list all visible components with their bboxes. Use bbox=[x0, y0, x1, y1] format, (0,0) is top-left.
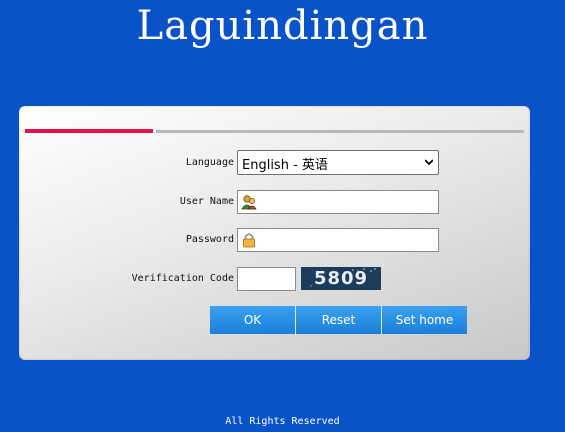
language-label: Language bbox=[185, 157, 234, 168]
progress-bar-active bbox=[25, 129, 153, 133]
verification-input[interactable] bbox=[237, 267, 296, 291]
lock-icon bbox=[243, 233, 255, 248]
progress-bar-track bbox=[156, 130, 524, 133]
user-icon bbox=[241, 195, 257, 210]
login-panel: Language English - 英语 User Name Password… bbox=[19, 106, 530, 360]
username-label: User Name bbox=[179, 196, 234, 207]
language-selected-value: English - 英语 bbox=[242, 158, 328, 173]
set-home-button[interactable]: Set home bbox=[382, 306, 467, 334]
verification-label: Verification Code bbox=[131, 273, 234, 284]
reset-button[interactable]: Reset bbox=[296, 306, 382, 334]
captcha-image[interactable]: 5809 bbox=[301, 267, 381, 290]
username-field[interactable] bbox=[237, 190, 439, 214]
footer-text: All Rights Reserved bbox=[225, 416, 340, 427]
language-select[interactable]: English - 英语 bbox=[237, 150, 439, 175]
page-title: Laguindingan bbox=[136, 3, 429, 49]
chevron-down-icon bbox=[425, 159, 433, 166]
password-field[interactable] bbox=[237, 228, 439, 252]
ok-button[interactable]: OK bbox=[210, 306, 296, 334]
captcha-text: 5809 bbox=[313, 268, 369, 289]
password-label: Password bbox=[185, 234, 234, 245]
